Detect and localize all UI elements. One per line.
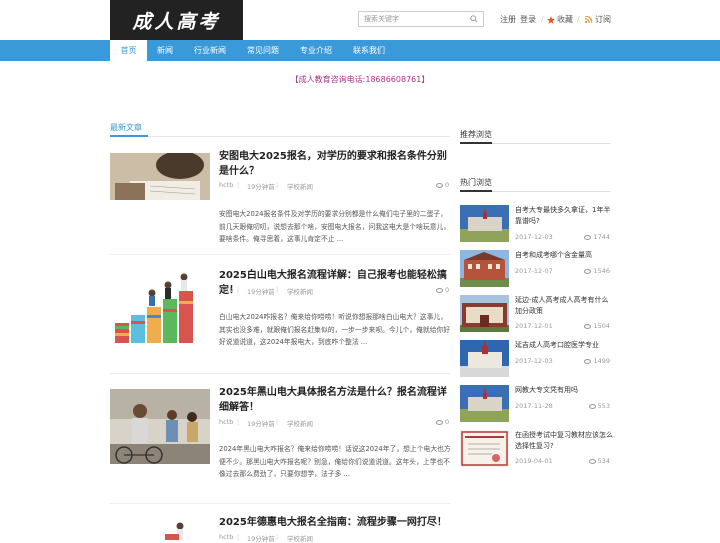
post-time: 19分钟前 [247,420,275,428]
post-author[interactable]: hctb [219,286,233,294]
rss-icon [585,16,592,23]
divider: | [276,181,279,189]
post-time: 19分钟前 [247,183,275,191]
sidebar-item-views: 1546 [584,267,610,275]
post-views: 0 [436,181,449,189]
sidebar-thumbnail[interactable] [460,430,509,467]
top-header: 成人高考 搜索关键字 注册 登录 / 收藏 / 订阅 [0,0,720,40]
nav-home[interactable]: 首页 [110,40,147,61]
eye-icon [436,182,443,188]
eye-icon [584,234,592,240]
sidebar-thumbnail[interactable] [460,205,509,242]
section-divider [110,136,450,137]
eye-icon [436,287,443,293]
register-link[interactable]: 注册 [500,15,516,25]
divider: | [237,286,240,294]
search-input[interactable]: 搜索关键字 [358,11,484,27]
section-underline [110,135,148,137]
nav-news[interactable]: 新闻 [157,40,173,61]
post-title[interactable]: 2025年黑山电大具体报名方法是什么？报名流程详细解答！ [219,385,451,415]
favorite-link[interactable]: 收藏 [557,15,573,25]
sidebar-item-title[interactable]: 延边-成人高考成人高考有什么加分政策 [515,295,613,317]
sidebar-underline [460,190,492,192]
post-time: 19分钟前 [247,288,275,296]
nav-faq[interactable]: 常见问题 [247,40,279,61]
sidebar-item-title[interactable]: 自考和成考哪个含金量高 [515,250,613,261]
phone-notice[interactable]: 【成人教育咨询电话:18686608761】 [0,74,720,85]
sidebar-item-views: 1744 [584,233,610,241]
post-author[interactable]: hctb [219,418,233,426]
sidebar-thumbnail[interactable] [460,385,509,422]
sidebar-item-date: 2017-12-07 [515,267,553,275]
nav-majors[interactable]: 专业介绍 [300,40,332,61]
post-author[interactable]: hctb [219,181,233,189]
eye-icon [436,419,443,425]
divider: / [541,15,544,24]
post-divider [110,373,450,374]
sidebar-thumbnail[interactable] [460,295,509,332]
subscribe-link[interactable]: 订阅 [595,15,611,25]
post-thumbnail[interactable] [110,153,210,200]
sidebar-item-date: 2019-04-01 [515,457,553,465]
sidebar-item-date: 2017-12-01 [515,322,553,330]
divider: | [237,418,240,426]
sidebar-item-views: 1504 [584,322,610,330]
eye-icon [588,403,596,409]
post-thumbnail[interactable] [110,520,210,540]
search-icon[interactable] [470,15,478,23]
nav-contact[interactable]: 联系我们 [353,40,385,61]
post-category[interactable]: 学校新闻 [287,181,313,191]
sidebar-item-views: 534 [588,457,610,465]
post-views: 0 [436,286,449,294]
eye-icon [584,323,592,329]
post-divider [110,503,450,504]
sidebar-title-recommend: 推荐浏览 [460,130,492,139]
eye-icon [584,268,592,274]
sidebar-item-title[interactable]: 在函授考试中复习教材应该怎么选择性复习? [515,430,613,452]
sidebar-thumbnail[interactable] [460,340,509,377]
eye-icon [588,458,596,464]
divider: | [276,418,279,426]
post-views: 0 [436,418,449,426]
sidebar-thumbnail[interactable] [460,250,509,287]
post-excerpt: 白山电大2024咋报名？俺来给你唠唠！听说你想报那啥白山电大？这事儿，其实也没多… [219,313,451,346]
post-category[interactable]: 学校新闻 [287,286,313,296]
site-logo[interactable]: 成人高考 [110,0,243,40]
sidebar-item-date: 2017-12-03 [515,357,553,365]
post-category[interactable]: 学校新闻 [287,418,313,428]
logo-text: 成人高考 [132,10,221,33]
sidebar-item-views: 553 [588,402,610,410]
divider: / [577,15,580,24]
sidebar-item-views: 1499 [584,357,610,365]
eye-icon [584,358,592,364]
post-thumbnail[interactable] [110,271,210,346]
post-title[interactable]: 2025年德惠电大报名全指南：流程步骤一网打尽！ [219,515,451,530]
star-icon [547,16,555,24]
post-category[interactable]: 学校新闻 [287,533,313,543]
sidebar-item-date: 2017-12-03 [515,233,553,241]
divider: | [237,181,240,189]
search-placeholder: 搜索关键字 [364,15,399,23]
post-excerpt: 安图电大2024报名条件及对学历的要求分别都是什么俺们屯子里的二蛋子，前几天跟俺… [219,210,451,243]
login-link[interactable]: 登录 [520,15,536,25]
sidebar-item-title[interactable]: 延吉成人高考口腔医学专业 [515,340,613,351]
post-thumbnail[interactable] [110,389,210,464]
post-divider [110,254,450,255]
post-time: 19分钟前 [247,535,275,543]
main-nav: 首页 新闻 行业新闻 常见问题 专业介绍 联系我们 [0,40,720,61]
sidebar-item-date: 2017-11-28 [515,402,553,410]
divider: | [276,286,279,294]
sidebar-title-hot: 热门浏览 [460,178,492,187]
nav-industry-news[interactable]: 行业新闻 [194,40,226,61]
post-title[interactable]: 安图电大2025报名，对学历的要求和报名条件分别是什么？ [219,149,451,179]
section-title-latest: 最新文章 [110,123,142,132]
sidebar-item-title[interactable]: 自考大专最快多久拿证，1年半靠谱吗? [515,205,613,227]
sidebar-item-title[interactable]: 网教大专文凭有用吗 [515,385,613,396]
post-excerpt: 2024年黑山电大咋报名？俺来给你唠唠！话说这2024年了，想上个电大也方便不少… [219,445,451,478]
sidebar-underline [460,142,492,144]
